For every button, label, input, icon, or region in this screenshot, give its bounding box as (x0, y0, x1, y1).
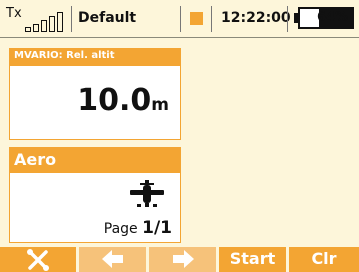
widget-header: Aero (10, 148, 180, 173)
start-label: Start (229, 249, 276, 268)
page-indicator: Page 1/1 (104, 218, 172, 238)
divider (71, 6, 72, 32)
altitude-number: 10.0 (77, 83, 152, 118)
tx-signal: Tx (6, 6, 66, 32)
page-value: 1/1 (142, 218, 172, 238)
tools-icon (27, 249, 49, 271)
widget-title: Aero (14, 150, 57, 169)
model-name: Default (78, 10, 137, 26)
page-label: Page (103, 221, 138, 237)
divider (211, 6, 212, 32)
status-bar: Tx Default 12:22:00 64% (0, 0, 359, 38)
divider (180, 6, 181, 32)
widget-title: MVARIO: Rel. altit (14, 50, 115, 61)
tx-label: Tx (6, 6, 22, 21)
divider (287, 6, 288, 32)
arrow-left-icon (101, 250, 123, 268)
clear-button[interactable]: Clr (289, 247, 359, 272)
battery-percent: 64% (317, 10, 349, 25)
model-widget[interactable]: Aero Page 1/1 (9, 147, 181, 243)
vario-widget[interactable]: MVARIO: Rel. altit 10.0m (9, 48, 181, 140)
status-indicator (190, 12, 203, 25)
settings-button[interactable] (0, 247, 76, 272)
next-button[interactable] (149, 247, 216, 272)
clear-label: Clr (311, 249, 337, 268)
widget-header: MVARIO: Rel. altit (10, 49, 180, 66)
airplane-icon (130, 180, 164, 207)
altitude-value: 10.0m (77, 83, 169, 118)
arrow-right-icon (172, 250, 194, 268)
softkey-bar: Start Clr (0, 247, 359, 272)
altitude-unit: m (151, 95, 169, 115)
prev-button[interactable] (79, 247, 146, 272)
start-button[interactable]: Start (219, 247, 286, 272)
clock: 12:22:00 (221, 10, 291, 26)
